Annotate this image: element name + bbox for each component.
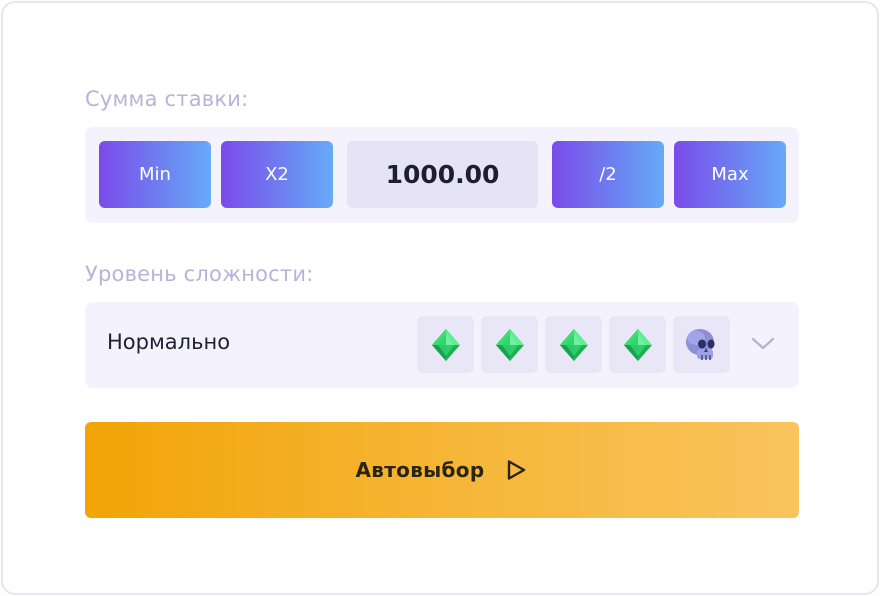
difficulty-tile — [673, 316, 730, 373]
min-bet-button[interactable]: Min — [99, 141, 211, 208]
difficulty-label: Уровень сложности: — [85, 262, 314, 286]
play-icon — [504, 458, 528, 482]
diamond-icon — [495, 328, 524, 361]
difficulty-select[interactable]: Нормально — [85, 302, 799, 388]
difficulty-tile — [417, 316, 474, 373]
bet-amount-label: Сумма ставки: — [85, 87, 249, 111]
difficulty-tile — [609, 316, 666, 373]
diamond-icon — [431, 328, 460, 361]
skull-icon — [685, 328, 714, 360]
difficulty-value: Нормально — [107, 330, 231, 354]
half-bet-button[interactable]: /2 — [552, 141, 664, 208]
bet-panel: Сумма ставки: Min X2 /2 Max Уровень слож… — [1, 1, 879, 595]
bet-controls: Min X2 /2 Max — [85, 127, 799, 223]
difficulty-tile — [481, 316, 538, 373]
bet-amount-input[interactable] — [347, 141, 538, 208]
max-bet-button[interactable]: Max — [674, 141, 786, 208]
difficulty-tile — [545, 316, 602, 373]
autoselect-label: Автовыбор — [355, 458, 485, 482]
diamond-icon — [559, 328, 588, 361]
chevron-down-icon[interactable] — [749, 334, 777, 354]
double-bet-button[interactable]: X2 — [221, 141, 333, 208]
diamond-icon — [623, 328, 652, 361]
autoselect-button[interactable]: Автовыбор — [85, 422, 799, 518]
